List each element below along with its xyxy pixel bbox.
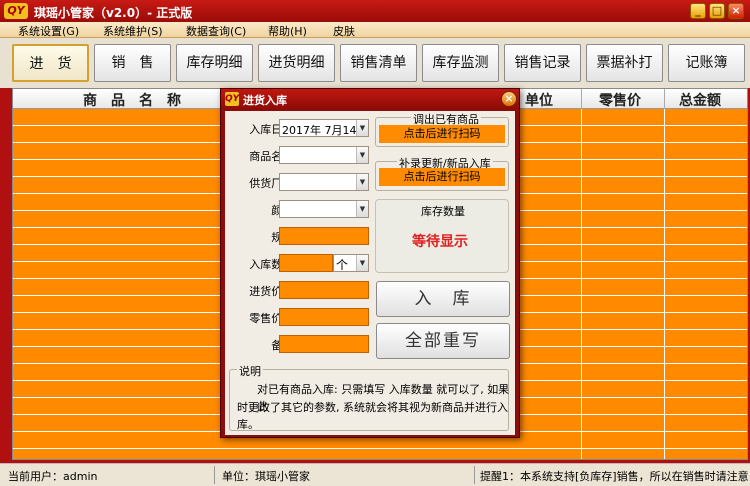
new-product-scan-button[interactable]: 点击后进行扫码 xyxy=(379,168,505,186)
status-divider xyxy=(214,466,215,484)
chevron-down-icon[interactable]: ▼ xyxy=(356,174,368,190)
menu-system-maintenance[interactable]: 系统维护(S) xyxy=(103,23,163,39)
product-name-combo[interactable]: ▼ xyxy=(279,146,369,164)
dialog-close-button[interactable]: × xyxy=(501,91,517,107)
column-divider xyxy=(664,89,665,109)
chevron-down-icon[interactable]: ▼ xyxy=(356,147,368,163)
retail-price-input[interactable] xyxy=(279,308,369,326)
app-logo-icon: QY xyxy=(4,3,28,19)
menu-system-settings[interactable]: 系统设置(G) xyxy=(18,23,79,39)
note-line-2: 时更改了其它的参数, 系统就会将其视为新商品并进行入库。 xyxy=(237,401,508,431)
remark-input[interactable] xyxy=(279,335,369,353)
status-bar: 当前用户：admin 单位：琪瑶小管家 提醒1：本系统支持[负库存]销售，所以在… xyxy=(0,463,750,486)
stock-quantity-value: 等待显示 xyxy=(412,234,468,250)
chevron-down-icon[interactable]: ▼ xyxy=(356,201,368,217)
column-divider xyxy=(664,109,665,459)
chevron-down-icon[interactable]: ▼ xyxy=(356,120,368,136)
chevron-down-icon[interactable]: ▼ xyxy=(356,255,368,271)
color-combo[interactable]: ▼ xyxy=(279,200,369,218)
cost-price-input[interactable] xyxy=(279,281,369,299)
reprint-receipt-button[interactable]: 票据补打 xyxy=(586,44,663,82)
title-bar: QY 琪瑶小管家（v2.0）- 正式版 _ □ × xyxy=(0,0,750,22)
unit-combo[interactable]: 个 ▼ xyxy=(333,254,369,272)
window-title: 琪瑶小管家（v2.0）- 正式版 xyxy=(34,6,193,20)
stock-quantity-title: 库存数量 xyxy=(421,205,465,218)
reset-all-button[interactable]: 全部重写 xyxy=(376,323,510,359)
inventory-detail-button[interactable]: 库存明细 xyxy=(176,44,253,82)
unit-value: 个 xyxy=(336,258,349,272)
menu-skin[interactable]: 皮肤 xyxy=(333,23,355,39)
menu-help[interactable]: 帮助(H) xyxy=(268,23,307,39)
status-divider xyxy=(474,466,475,484)
dialog-title: 进货入库 xyxy=(243,94,287,107)
menu-bar: 系统设置(G) 系统维护(S) 数据查询(C) 帮助(H) 皮肤 xyxy=(0,22,750,38)
maximize-button[interactable]: □ xyxy=(709,3,725,19)
status-tip: 提醒1：本系统支持[负库存]销售，所以在销售时请注意库存余量 xyxy=(480,470,748,483)
spec-input[interactable] xyxy=(279,227,369,245)
column-divider xyxy=(581,89,582,109)
column-header-name[interactable]: 商 品 名 称 xyxy=(83,90,181,110)
sales-list-button[interactable]: 销售清单 xyxy=(340,44,417,82)
supplier-combo[interactable]: ▼ xyxy=(279,173,369,191)
purchase-detail-button[interactable]: 进货明细 xyxy=(258,44,335,82)
toolbar: 进 货 销 售 库存明细 进货明细 销售清单 库存监测 销售记录 票据补打 记账… xyxy=(0,38,750,88)
stock-in-button[interactable]: 入 库 xyxy=(376,281,510,317)
date-value: 2017年 7月14日 xyxy=(282,124,368,137)
column-header-total[interactable]: 总金额 xyxy=(679,90,721,110)
dialog-logo-icon: QY xyxy=(225,92,240,106)
status-unit: 单位：琪瑶小管家 xyxy=(222,470,310,483)
note-group-title: 说明 xyxy=(237,363,263,379)
column-divider xyxy=(581,109,582,459)
close-button[interactable]: × xyxy=(728,3,744,19)
sales-records-button[interactable]: 销售记录 xyxy=(504,44,581,82)
minimize-button[interactable]: _ xyxy=(690,3,706,19)
dialog-body: 入库日期: 2017年 7月14日 ▼ 商品名称: ▼ 供货厂商: ▼ 颜色: … xyxy=(225,111,515,435)
date-picker[interactable]: 2017年 7月14日 ▼ xyxy=(279,119,369,137)
dialog-title-bar[interactable]: QY 进货入库 × xyxy=(221,89,519,109)
column-header-retail-price[interactable]: 零售价 xyxy=(599,90,641,110)
stock-in-tool-button[interactable]: 进 货 xyxy=(12,44,89,82)
menu-data-query[interactable]: 数据查询(C) xyxy=(186,23,246,39)
stock-in-dialog: QY 进货入库 × 入库日期: 2017年 7月14日 ▼ 商品名称: ▼ 供货… xyxy=(220,88,520,438)
ledger-button[interactable]: 记账簿 xyxy=(668,44,745,82)
existing-product-scan-button[interactable]: 点击后进行扫码 xyxy=(379,125,505,143)
inventory-monitor-button[interactable]: 库存监测 xyxy=(422,44,499,82)
quantity-input[interactable] xyxy=(279,254,333,272)
column-header-unit[interactable]: 单位 xyxy=(525,90,553,110)
sales-tool-button[interactable]: 销 售 xyxy=(94,44,171,82)
status-current-user: 当前用户：admin xyxy=(8,470,98,483)
